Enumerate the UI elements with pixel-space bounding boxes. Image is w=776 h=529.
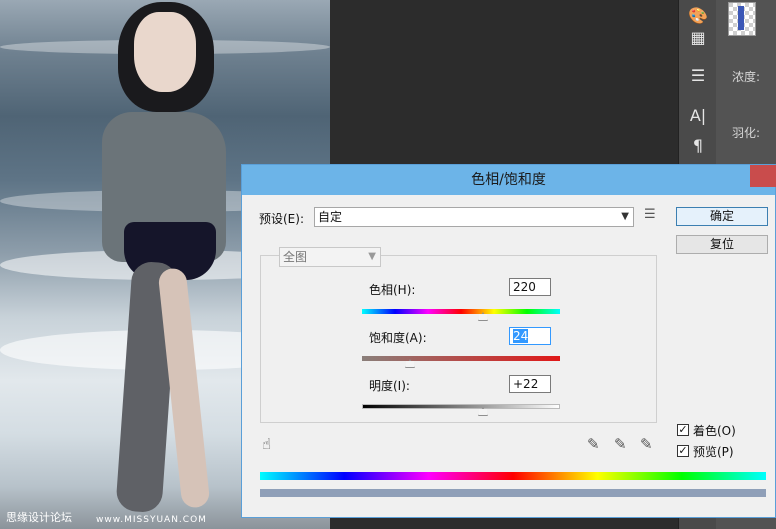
lightness-input[interactable]: +22: [509, 375, 551, 393]
hue-slider-track[interactable]: [362, 309, 560, 314]
hand-adjust-icon[interactable]: ☝: [262, 435, 271, 453]
check-icon: ✓: [678, 444, 688, 457]
saturation-input[interactable]: 24: [509, 327, 551, 345]
check-icon: ✓: [678, 423, 688, 436]
saturation-label: 饱和度(A):: [369, 331, 427, 345]
ok-button[interactable]: 确定: [676, 207, 768, 226]
preview-checkbox[interactable]: ✓: [677, 445, 689, 457]
reset-button[interactable]: 复位: [676, 235, 768, 254]
density-label: 浓度:: [732, 70, 761, 84]
dialog-titlebar[interactable]: 色相/饱和度: [242, 165, 775, 195]
preset-select[interactable]: 自定 ▼: [314, 207, 634, 227]
adjust-group: [260, 255, 657, 423]
layer-thumbnail-mask: [738, 6, 744, 30]
channel-value: 全图: [283, 250, 308, 264]
preset-label: 预设(E):: [259, 212, 304, 226]
paragraph-icon[interactable]: ¶: [679, 130, 717, 160]
grid-icon[interactable]: ▦: [679, 22, 717, 52]
adjust-icon[interactable]: ☰: [679, 60, 717, 90]
hue-saturation-dialog: 色相/饱和度 预设(E): 自定 ▼ ☰ 确定 复位 全图 ▼ 色相(H): 2…: [241, 164, 776, 518]
eyedropper-add-icon[interactable]: ✎: [614, 435, 627, 453]
preset-value: 自定: [318, 210, 343, 224]
close-button[interactable]: [750, 165, 776, 187]
preview-label: 预览(P): [693, 445, 734, 459]
eyedropper-icon[interactable]: ✎: [587, 435, 600, 453]
lightness-slider-thumb[interactable]: [477, 407, 488, 416]
saturation-slider-track[interactable]: [362, 356, 560, 361]
watermark-url: www.MISSYUAN.COM: [96, 515, 207, 525]
chevron-down-icon: ▼: [621, 211, 629, 222]
input-color-bar: [260, 472, 766, 480]
saturation-slider-thumb[interactable]: [404, 359, 415, 368]
output-color-bar: [260, 489, 766, 497]
feather-label: 羽化:: [732, 126, 761, 140]
colorize-label: 着色(O): [693, 424, 736, 438]
preset-options-icon[interactable]: ☰: [644, 207, 656, 222]
person-face: [134, 12, 196, 92]
hue-slider-thumb[interactable]: [477, 312, 488, 321]
dialog-title: 色相/饱和度: [471, 172, 546, 188]
hue-input[interactable]: 220: [509, 278, 551, 296]
lightness-slider-track[interactable]: [362, 404, 560, 409]
colorize-checkbox[interactable]: ✓: [677, 424, 689, 436]
hue-label: 色相(H):: [369, 283, 416, 297]
saturation-value: 24: [513, 329, 529, 343]
character-icon[interactable]: A|: [679, 100, 717, 130]
watermark-text: 思缘设计论坛: [6, 511, 72, 524]
eyedropper-subtract-icon[interactable]: ✎: [640, 435, 653, 453]
chevron-down-icon: ▼: [368, 251, 376, 262]
lightness-label: 明度(I):: [369, 379, 410, 393]
channel-select[interactable]: 全图 ▼: [279, 247, 381, 267]
